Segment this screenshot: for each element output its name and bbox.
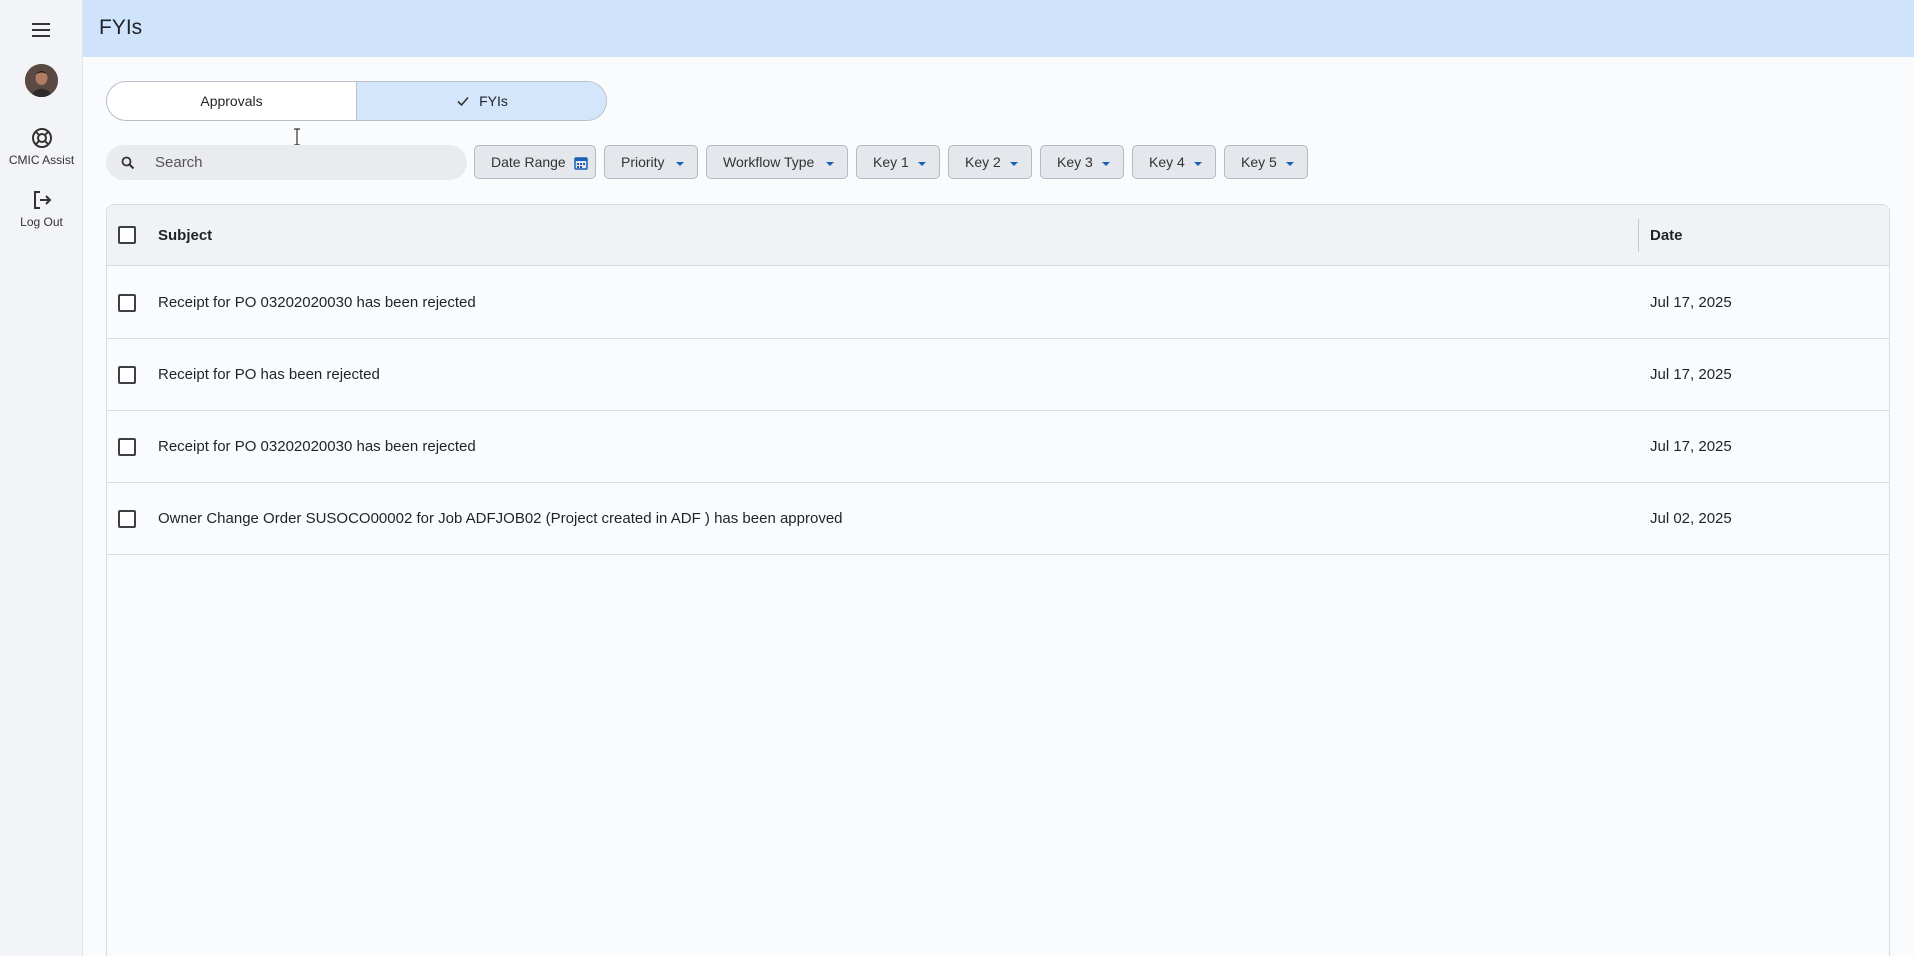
filter-label: Date Range: [491, 154, 566, 170]
check-icon: [457, 96, 469, 107]
table-row[interactable]: Receipt for PO has been rejected Jul 17,…: [107, 339, 1889, 411]
tab-fyis[interactable]: FYIs: [356, 82, 606, 120]
table-header: Subject Date: [107, 205, 1889, 266]
rail-item-label: Log Out: [20, 215, 63, 229]
page-title: FYIs: [99, 16, 143, 39]
user-avatar[interactable]: [25, 64, 58, 97]
column-header-date[interactable]: Date: [1650, 227, 1683, 244]
row-subject: Receipt for PO has been rejected: [158, 366, 380, 383]
tab-label: FYIs: [479, 93, 508, 109]
column-header-subject[interactable]: Subject: [158, 227, 212, 244]
app-root: CMIC Assist Log Out FYIs Approvals FYIs: [0, 0, 1914, 956]
caret-down-icon: [676, 162, 684, 166]
select-all-checkbox[interactable]: [118, 226, 136, 244]
row-checkbox[interactable]: [118, 294, 136, 312]
caret-down-icon: [1010, 162, 1018, 166]
tab-label: Approvals: [200, 93, 263, 109]
text-cursor-icon: [294, 128, 300, 146]
rail-item-cmic-assist[interactable]: CMIC Assist: [0, 126, 83, 167]
search-icon: [121, 156, 135, 169]
column-resizer[interactable]: [1638, 219, 1639, 252]
filter-key-2[interactable]: Key 2: [948, 145, 1032, 179]
row-date: Jul 17, 2025: [1650, 366, 1732, 383]
table-row[interactable]: Receipt for PO 03202020030 has been reje…: [107, 267, 1889, 339]
row-date: Jul 17, 2025: [1650, 438, 1732, 455]
search-box: [106, 145, 467, 180]
caret-down-icon: [1194, 162, 1202, 166]
caret-down-icon: [1102, 162, 1110, 166]
caret-down-icon: [918, 162, 926, 166]
row-checkbox[interactable]: [118, 438, 136, 456]
left-rail: CMIC Assist Log Out: [0, 0, 83, 956]
filter-label: Key 1: [873, 154, 909, 170]
caret-down-icon: [826, 162, 834, 166]
filter-label: Key 5: [1241, 154, 1277, 170]
filter-date-range[interactable]: Date Range: [474, 145, 596, 179]
table-row[interactable]: Receipt for PO 03202020030 has been reje…: [107, 411, 1889, 483]
rail-item-label: CMIC Assist: [8, 153, 75, 167]
filter-label: Key 4: [1149, 154, 1185, 170]
fyi-table: Subject Date Receipt for PO 03202020030 …: [106, 204, 1890, 956]
row-date: Jul 17, 2025: [1650, 294, 1732, 311]
table-row[interactable]: Owner Change Order SUSOCO00002 for Job A…: [107, 483, 1889, 555]
view-tabs: Approvals FYIs: [106, 81, 607, 121]
filter-label: Priority: [621, 154, 665, 170]
filter-label: Key 3: [1057, 154, 1093, 170]
row-checkbox[interactable]: [118, 510, 136, 528]
filter-label: Workflow Type: [723, 154, 815, 170]
filter-key-4[interactable]: Key 4: [1132, 145, 1216, 179]
caret-down-icon: [1286, 162, 1294, 166]
rail-item-log-out[interactable]: Log Out: [0, 188, 83, 229]
row-date: Jul 02, 2025: [1650, 510, 1732, 527]
logout-icon: [33, 191, 51, 209]
page-header: FYIs: [83, 0, 1914, 57]
filter-label: Key 2: [965, 154, 1001, 170]
row-subject: Receipt for PO 03202020030 has been reje…: [158, 438, 476, 455]
filter-workflow-type[interactable]: Workflow Type: [706, 145, 848, 179]
filter-priority[interactable]: Priority: [604, 145, 698, 179]
row-subject: Owner Change Order SUSOCO00002 for Job A…: [158, 510, 843, 527]
filter-key-1[interactable]: Key 1: [856, 145, 940, 179]
lifebuoy-icon: [31, 128, 52, 148]
row-subject: Receipt for PO 03202020030 has been reje…: [158, 294, 476, 311]
hamburger-icon[interactable]: [29, 20, 55, 40]
calendar-icon: [574, 157, 588, 170]
tab-approvals[interactable]: Approvals: [107, 82, 356, 120]
filter-key-3[interactable]: Key 3: [1040, 145, 1124, 179]
filter-key-5[interactable]: Key 5: [1224, 145, 1308, 179]
row-checkbox[interactable]: [118, 366, 136, 384]
search-input[interactable]: [155, 154, 435, 171]
